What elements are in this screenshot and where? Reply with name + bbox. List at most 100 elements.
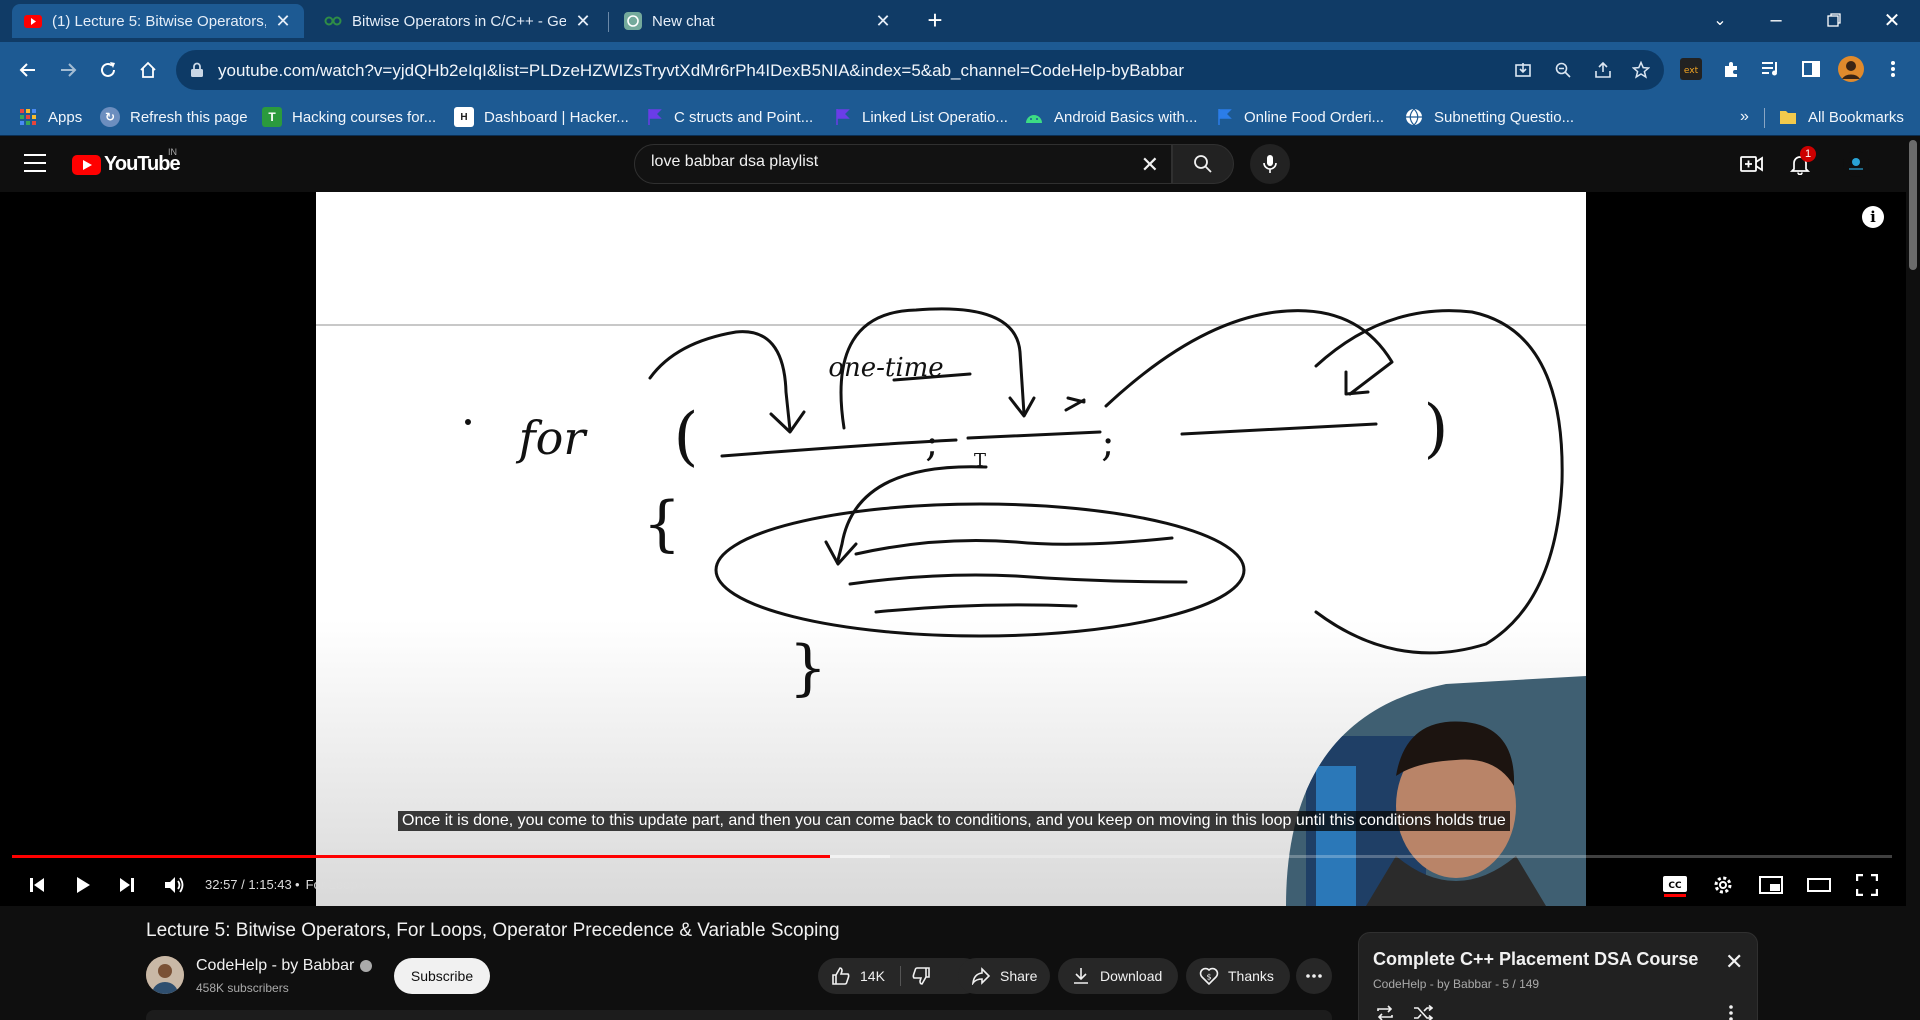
bookmark-online-food[interactable]: Online Food Orderi...	[1214, 106, 1384, 128]
mute-button[interactable]	[162, 872, 188, 898]
info-icon[interactable]: i	[1862, 206, 1884, 228]
more-bookmarks-button[interactable]: »	[1740, 106, 1749, 128]
bookmark-label: Linked List Operatio...	[862, 108, 1008, 126]
create-video-button[interactable]	[1738, 150, 1766, 178]
video-player[interactable]: for ( one-time ; T ; ) {} i Once it is …	[0, 192, 1920, 906]
bookmark-star-icon[interactable]	[1630, 59, 1652, 81]
theater-mode-button[interactable]	[1806, 872, 1832, 898]
bookmark-label: Android Basics with...	[1054, 108, 1198, 126]
bookmark-flag-icon	[644, 107, 664, 127]
scrollbar-thumb[interactable]	[1909, 140, 1917, 270]
progress-bar[interactable]	[12, 855, 1892, 858]
previous-icon	[30, 878, 44, 892]
globe-icon	[1404, 107, 1424, 127]
subtitles-button[interactable]: CC	[1662, 872, 1688, 898]
playlist-title[interactable]: Complete C++ Placement DSA Course	[1373, 949, 1698, 970]
tab-new-chat[interactable]: New chat ✕	[612, 4, 904, 38]
loop-playlist-icon[interactable]	[1375, 1005, 1395, 1020]
tab-bitwise-operators-gfg[interactable]: Bitwise Operators in C/C++ - Ge ✕	[312, 4, 604, 38]
close-tab-icon[interactable]: ✕	[274, 11, 292, 32]
bookmark-refresh[interactable]: ↻ Refresh this page	[100, 106, 248, 128]
tab-title: Bitwise Operators in C/C++ - Ge	[352, 12, 566, 30]
closed-captions-icon: CC	[1663, 876, 1687, 897]
more-actions-button[interactable]	[1296, 958, 1332, 994]
channel-name[interactable]: CodeHelp - by Babbar	[196, 957, 373, 975]
account-avatar[interactable]	[1842, 150, 1870, 178]
browser-tab-strip: (1) Lecture 5: Bitwise Operators, F ✕ Bi…	[0, 0, 1920, 42]
tab-lecture-5[interactable]: (1) Lecture 5: Bitwise Operators, F ✕	[12, 4, 304, 38]
tab-title: New chat	[652, 12, 715, 30]
share-button[interactable]: Share	[958, 958, 1050, 994]
bookmark-hackerrank[interactable]: H Dashboard | Hacker...	[454, 106, 629, 128]
bookmark-label: C structs and Point...	[674, 108, 814, 126]
youtube-logo[interactable]: YouTube IN	[72, 147, 181, 176]
close-tab-icon[interactable]: ✕	[574, 11, 592, 32]
video-frame[interactable]: for ( one-time ; T ; ) {}	[316, 192, 1586, 906]
address-bar[interactable]: youtube.com/watch?v=yjdQHb2eIqI&list=PLD…	[176, 50, 1664, 90]
channel-avatar[interactable]	[146, 956, 184, 994]
new-tab-button[interactable]: +	[920, 6, 950, 36]
tab-search-chevron-icon[interactable]: ⌄	[1692, 0, 1748, 40]
like-button[interactable]: 14K	[818, 958, 900, 994]
browser-menu-icon[interactable]	[1880, 56, 1906, 82]
forward-button[interactable]	[52, 54, 84, 86]
reload-button[interactable]	[92, 54, 124, 86]
playlist-menu-icon[interactable]	[1729, 1005, 1733, 1020]
page-scrollbar[interactable]	[1906, 136, 1920, 1020]
search-box[interactable]: ✕	[634, 144, 1172, 184]
share-page-icon[interactable]	[1592, 59, 1614, 81]
minimize-button[interactable]: –	[1748, 0, 1804, 40]
hackerrank-icon: H	[454, 107, 474, 127]
close-tab-icon[interactable]: ✕	[874, 11, 892, 32]
subscribe-button[interactable]: Subscribe	[394, 958, 490, 994]
side-panel-icon[interactable]	[1798, 56, 1824, 82]
search-button[interactable]	[1172, 144, 1234, 184]
voice-search-button[interactable]	[1250, 144, 1290, 184]
tab-separator	[608, 12, 609, 32]
back-button[interactable]	[12, 54, 44, 86]
bookmark-c-structs[interactable]: C structs and Point...	[644, 106, 813, 128]
bookmark-apps[interactable]: Apps	[18, 106, 82, 128]
download-button[interactable]: Download	[1058, 958, 1178, 994]
notifications-button[interactable]: 1	[1786, 146, 1816, 178]
lock-icon[interactable]	[190, 62, 204, 78]
gear-icon	[1714, 876, 1732, 894]
close-window-button[interactable]: ✕	[1864, 0, 1920, 40]
extensions-puzzle-icon[interactable]	[1718, 56, 1744, 82]
geeksforgeeks-icon	[324, 12, 342, 30]
bookmark-subnetting[interactable]: Subnetting Questio...	[1404, 106, 1574, 128]
profile-avatar-icon[interactable]	[1838, 56, 1864, 82]
all-bookmarks-folder[interactable]: All Bookmarks	[1778, 106, 1904, 128]
download-icon	[1070, 965, 1092, 987]
previous-video-button[interactable]	[24, 872, 50, 898]
bookmark-linked-list[interactable]: Linked List Operatio...	[832, 106, 1008, 128]
bookmark-hacking-courses[interactable]: T Hacking courses for...	[262, 106, 436, 128]
zoom-icon[interactable]	[1552, 59, 1574, 81]
play-button[interactable]	[70, 872, 96, 898]
next-video-button[interactable]	[114, 872, 140, 898]
settings-button[interactable]	[1710, 872, 1736, 898]
bookmark-flag-icon	[1214, 107, 1234, 127]
extension-dark-icon[interactable]: ext	[1678, 56, 1704, 82]
android-icon	[1024, 107, 1044, 127]
share-label: Share	[1000, 968, 1038, 984]
clear-search-icon[interactable]: ✕	[1141, 152, 1159, 178]
search-input[interactable]	[651, 153, 1091, 171]
fullscreen-button[interactable]	[1854, 872, 1880, 898]
home-button[interactable]	[132, 54, 164, 86]
chapter-title[interactable]: • For Loop ›	[295, 877, 366, 892]
restore-button[interactable]	[1806, 0, 1862, 40]
install-app-icon[interactable]	[1512, 59, 1534, 81]
screen: (1) Lecture 5: Bitwise Operators, F ✕ Bi…	[0, 0, 1920, 1020]
download-label: Download	[1100, 968, 1163, 984]
shuffle-icon[interactable]	[1413, 1004, 1434, 1020]
close-playlist-icon[interactable]: ✕	[1725, 949, 1743, 975]
bookmark-android-basics[interactable]: Android Basics with...	[1024, 106, 1197, 128]
guide-menu-icon[interactable]	[24, 154, 46, 172]
refresh-bubble-icon: ↻	[100, 107, 120, 127]
thanks-button[interactable]: $ Thanks	[1186, 958, 1290, 994]
media-queue-icon[interactable]	[1758, 56, 1784, 82]
time-display: 32:57 / 1:15:43	[205, 877, 292, 892]
fullscreen-icon	[1856, 874, 1878, 896]
miniplayer-button[interactable]	[1758, 872, 1784, 898]
